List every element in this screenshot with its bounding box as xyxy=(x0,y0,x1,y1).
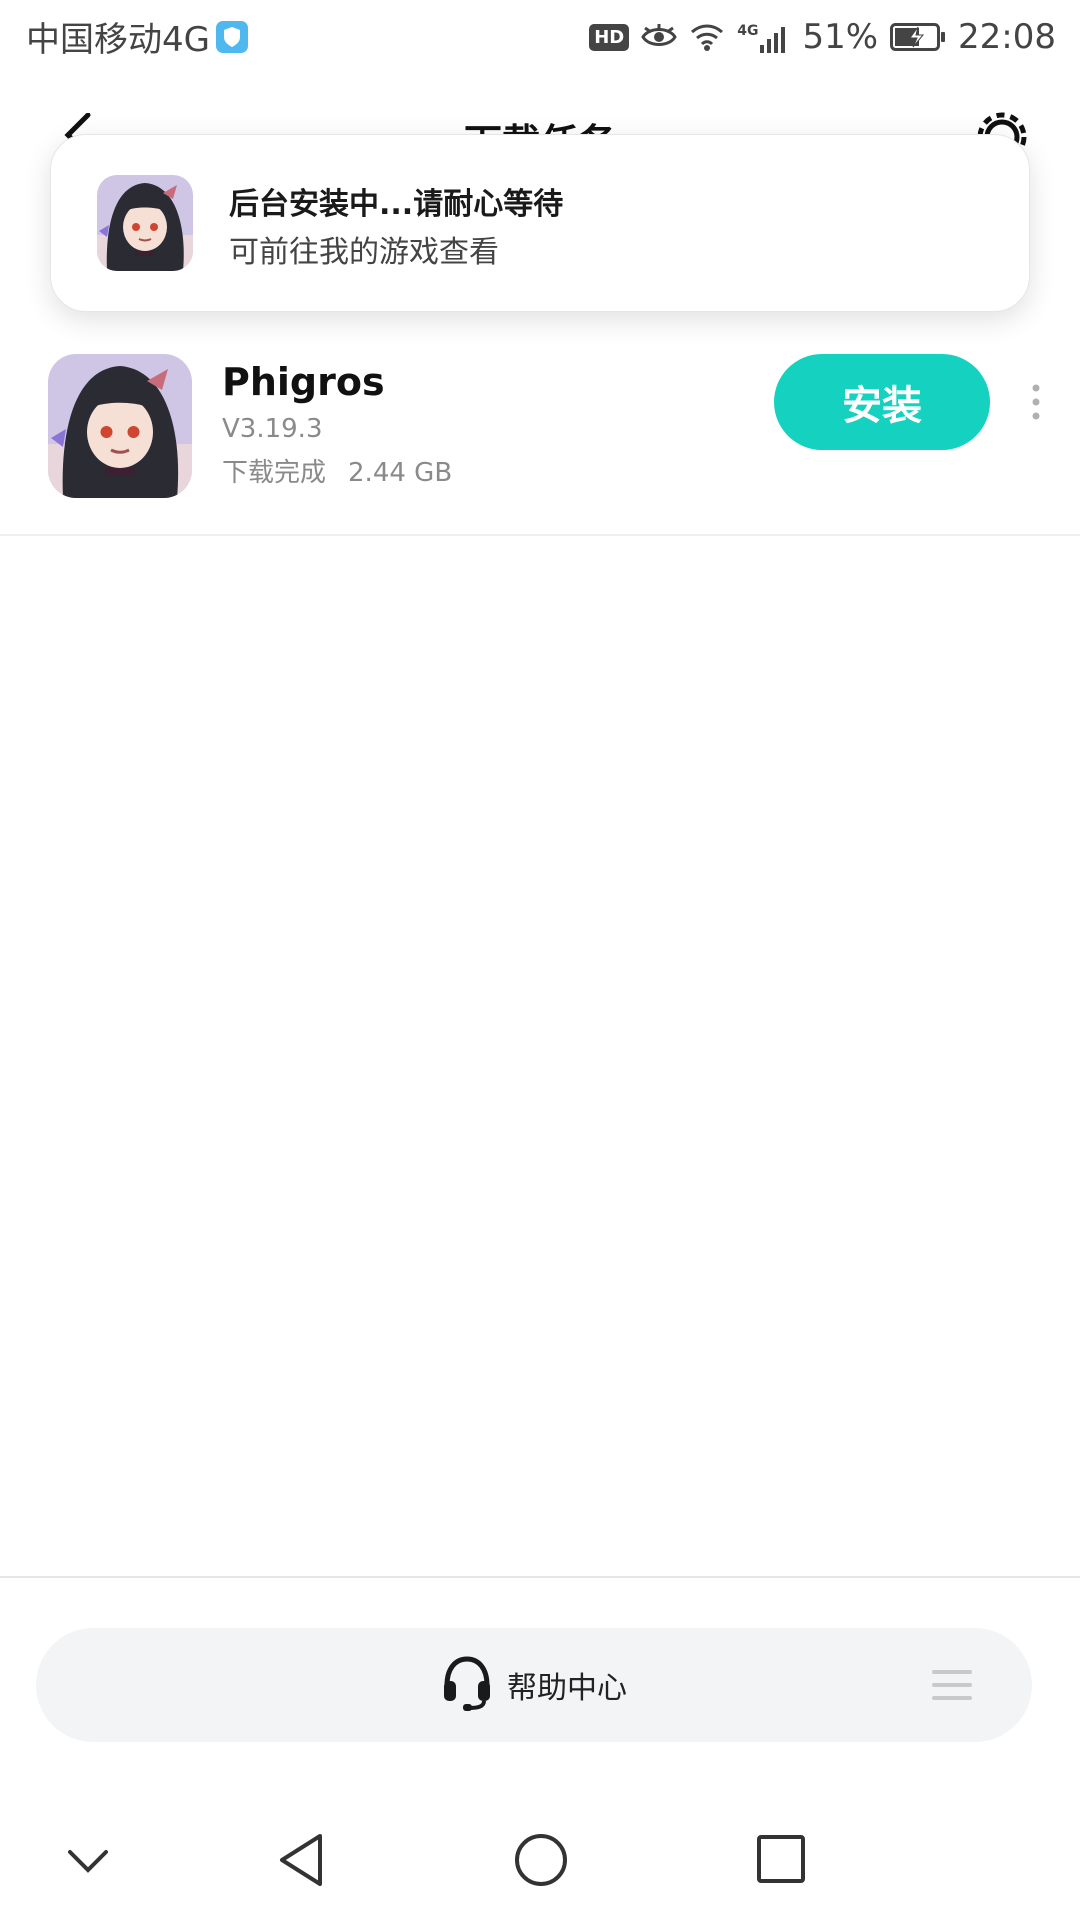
help-center-label: 帮助中心 xyxy=(507,1671,627,1706)
toast-title: 后台安装中...请耐心等待 xyxy=(229,187,564,222)
row-divider xyxy=(0,534,1080,536)
toast-subtitle: 可前往我的游戏查看 xyxy=(229,235,499,270)
nav-back-icon[interactable] xyxy=(276,1832,326,1888)
eye-icon xyxy=(641,24,677,50)
status-icons: HD 4G 51% 22:08 xyxy=(577,12,1056,62)
more-options-icon[interactable] xyxy=(1024,370,1048,434)
status-text: 下载完成 xyxy=(222,458,327,488)
bottom-divider xyxy=(0,1576,1080,1578)
hd-badge: HD xyxy=(589,23,630,51)
battery-icon xyxy=(890,23,946,51)
system-nav-bar xyxy=(0,1800,1080,1920)
install-toast[interactable]: 后台安装中...请耐心等待 可前往我的游戏查看 xyxy=(50,134,1030,312)
clock: 22:08 xyxy=(958,17,1056,57)
status-bar: 中国移动4G HD 4G 51% 22:08 xyxy=(0,0,1080,76)
download-status: 下载完成 2.44 GB xyxy=(222,452,452,489)
shield-icon xyxy=(215,20,248,53)
battery-percent: 51% xyxy=(802,17,879,57)
toast-app-icon xyxy=(97,175,193,271)
app-name: Phigros xyxy=(222,360,385,404)
wifi-icon xyxy=(689,22,725,52)
download-item[interactable]: Phigros V3.19.3 下载完成 2.44 GB 安装 xyxy=(0,340,1080,536)
help-bar[interactable]: 帮助中心 xyxy=(36,1628,1032,1742)
carrier-text: 中国移动4G xyxy=(26,20,210,60)
nav-home-icon[interactable] xyxy=(513,1832,569,1888)
collapse-chevron-icon[interactable] xyxy=(66,1846,110,1876)
headset-icon xyxy=(441,1655,493,1715)
menu-icon[interactable] xyxy=(932,1666,972,1704)
app-version: V3.19.3 xyxy=(222,414,323,444)
help-center-button[interactable]: 帮助中心 xyxy=(36,1628,1032,1742)
install-button[interactable]: 安装 xyxy=(774,354,990,450)
carrier-label: 中国移动4G xyxy=(26,12,248,61)
network-type: 4G xyxy=(737,23,759,39)
nav-recents-icon[interactable] xyxy=(756,1834,806,1884)
app-icon xyxy=(48,354,192,498)
signal-icon: 4G xyxy=(737,21,790,53)
file-size: 2.44 GB xyxy=(348,458,453,488)
